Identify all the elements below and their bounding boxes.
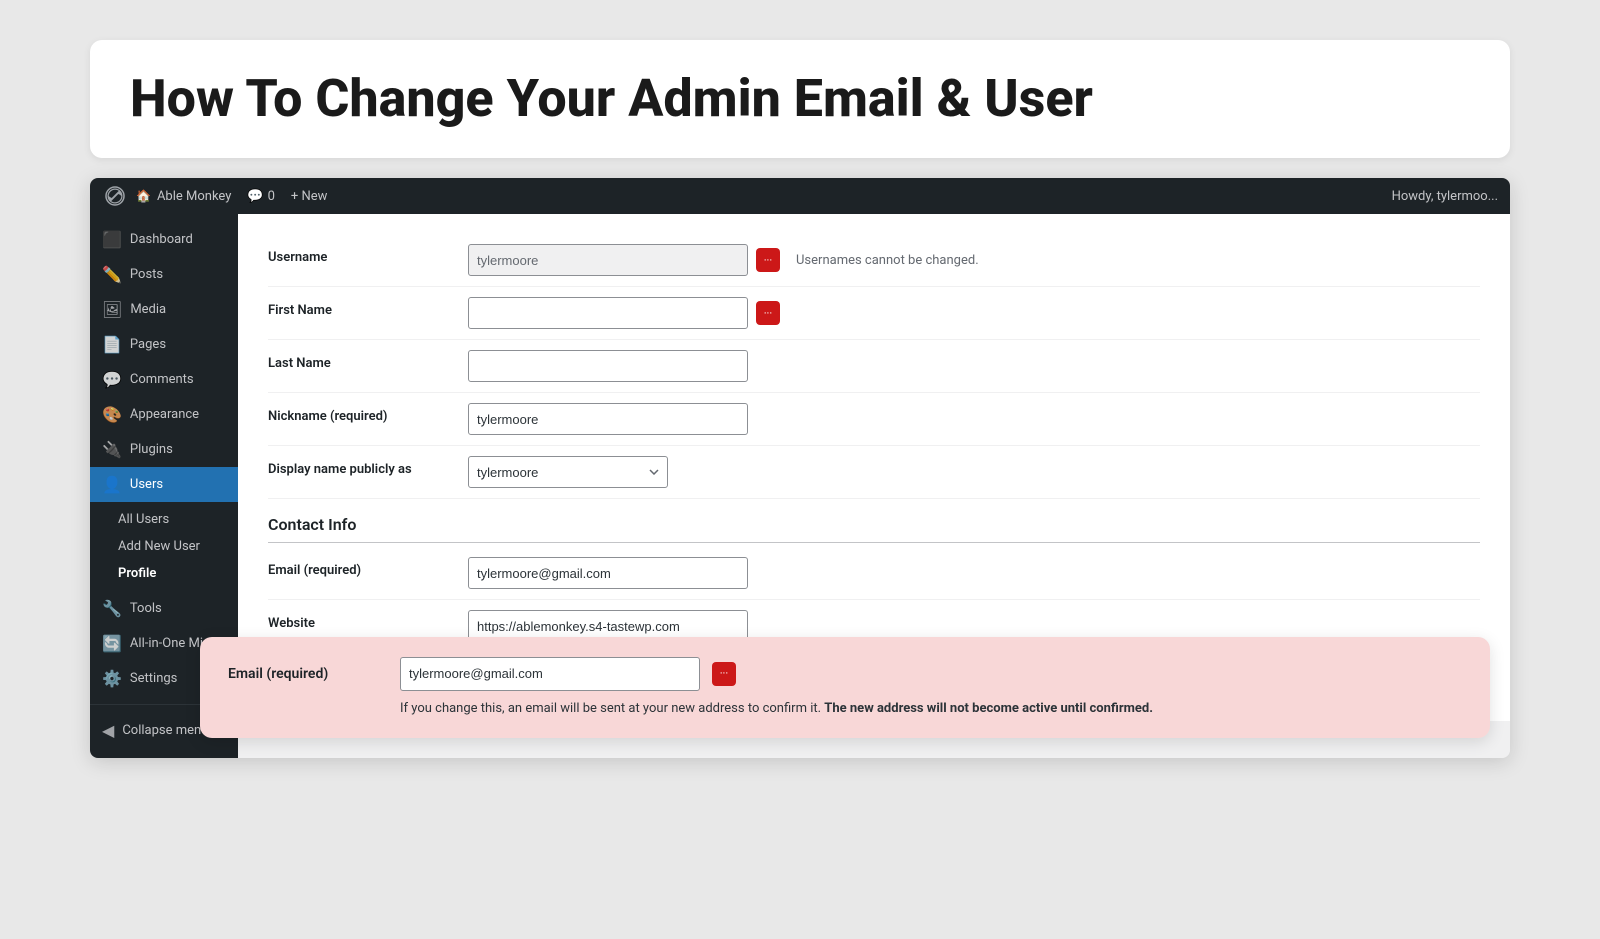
username-note: Usernames cannot be changed. <box>796 253 979 268</box>
last-name-field <box>468 350 1480 382</box>
howdy-greeting: Howdy, tylermoo... <box>1392 189 1498 204</box>
comments-icon: 💬 <box>102 370 122 389</box>
title-banner: How To Change Your Admin Email & User <box>90 40 1510 158</box>
site-name[interactable]: 🏠 Able Monkey <box>136 189 231 204</box>
users-icon: 👤 <box>102 475 122 494</box>
sidebar-item-media[interactable]: 🖼 Media <box>90 292 238 327</box>
email-overlay-input[interactable] <box>400 657 700 691</box>
sidebar-item-pages[interactable]: 📄 Pages <box>90 327 238 362</box>
website-label: Website <box>268 610 468 631</box>
nickname-field <box>468 403 1480 435</box>
posts-icon: ✏️ <box>102 265 122 284</box>
last-name-label: Last Name <box>268 350 468 371</box>
collapse-icon: ◀ <box>102 721 114 740</box>
display-name-row: Display name publicly as tylermoore <box>268 446 1480 499</box>
tools-icon: 🔧 <box>102 599 122 618</box>
sidebar-item-all-users[interactable]: All Users <box>90 506 238 533</box>
display-name-select[interactable]: tylermoore <box>468 456 668 488</box>
sidebar-item-dashboard[interactable]: ⬛ Dashboard <box>90 222 238 257</box>
plugins-icon: 🔌 <box>102 440 122 459</box>
pages-icon: 📄 <box>102 335 122 354</box>
page-title: How To Change Your Admin Email & User <box>130 68 1470 130</box>
new-button[interactable]: + New <box>291 189 328 204</box>
email-overlay-label: Email (required) <box>228 666 388 682</box>
sidebar-item-users[interactable]: 👤 Users <box>90 467 238 502</box>
bubble-icon: 💬 <box>247 189 263 204</box>
email-overlay-row: Email (required) ··· <box>228 657 1462 691</box>
sidebar-item-posts[interactable]: ✏️ Posts <box>90 257 238 292</box>
email-overlay-error-icon: ··· <box>712 662 736 686</box>
first-name-row: First Name ··· <box>268 287 1480 340</box>
username-field: ··· Usernames cannot be changed. <box>468 244 1480 276</box>
username-row: Username ··· Usernames cannot be changed… <box>268 234 1480 287</box>
display-name-field: tylermoore <box>468 456 1480 488</box>
sidebar-item-plugins[interactable]: 🔌 Plugins <box>90 432 238 467</box>
sidebar-item-comments[interactable]: 💬 Comments <box>90 362 238 397</box>
last-name-input[interactable] <box>468 350 748 382</box>
contact-info-header: Contact Info <box>268 499 1480 543</box>
email-label: Email (required) <box>268 557 468 578</box>
username-input[interactable] <box>468 244 748 276</box>
first-name-label: First Name <box>268 297 468 318</box>
display-name-label: Display name publicly as <box>268 456 468 477</box>
sidebar-item-profile[interactable]: Profile <box>90 560 238 587</box>
first-name-input[interactable] <box>468 297 748 329</box>
sidebar-item-tools[interactable]: 🔧 Tools <box>90 591 238 626</box>
email-row: Email (required) <box>268 547 1480 600</box>
username-label: Username <box>268 244 468 265</box>
nickname-input[interactable] <box>468 403 748 435</box>
media-icon: 🖼 <box>102 300 122 319</box>
sidebar-item-appearance[interactable]: 🎨 Appearance <box>90 397 238 432</box>
wp-logo-icon[interactable] <box>102 183 128 209</box>
users-submenu: All Users Add New User Profile <box>90 502 238 591</box>
email-overlay: Email (required) ··· If you change this,… <box>200 637 1490 739</box>
appearance-icon: 🎨 <box>102 405 122 424</box>
nickname-label: Nickname (required) <box>268 403 468 424</box>
admin-bar: 🏠 Able Monkey 💬 0 + New Howdy, tylermoo.… <box>90 178 1510 214</box>
email-field <box>468 557 1480 589</box>
last-name-row: Last Name <box>268 340 1480 393</box>
username-error-icon: ··· <box>756 248 780 272</box>
first-name-error-icon: ··· <box>756 301 780 325</box>
dashboard-icon: ⬛ <box>102 230 122 249</box>
email-input[interactable] <box>468 557 748 589</box>
nickname-row: Nickname (required) <box>268 393 1480 446</box>
first-name-field: ··· <box>468 297 1480 329</box>
comments-button[interactable]: 💬 0 <box>247 189 275 204</box>
home-icon: 🏠 <box>136 189 151 203</box>
wp-admin-window: 🏠 Able Monkey 💬 0 + New Howdy, tylermoo.… <box>90 178 1510 758</box>
migration-icon: 🔄 <box>102 634 122 653</box>
sidebar-item-add-new-user[interactable]: Add New User <box>90 533 238 560</box>
email-overlay-note: If you change this, an email will be sen… <box>228 699 1462 719</box>
settings-icon: ⚙️ <box>102 669 122 688</box>
